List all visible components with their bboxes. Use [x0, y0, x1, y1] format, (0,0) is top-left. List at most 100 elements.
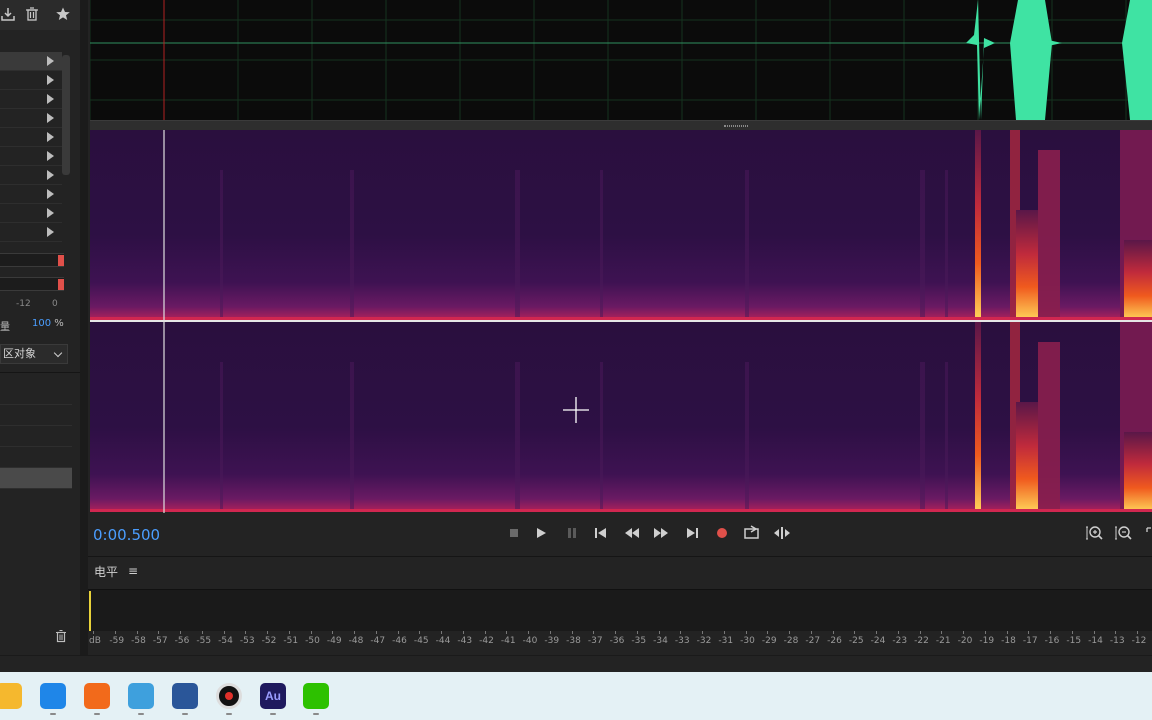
taskbar-app-audition[interactable]: Au [260, 683, 286, 709]
process-dropdown[interactable]: 区对象 [0, 344, 68, 364]
chevron-right-icon[interactable] [47, 151, 54, 161]
panel-menu-icon[interactable]: ≡ [128, 564, 138, 578]
running-indicator [182, 713, 188, 715]
taskbar-app-file-explorer[interactable] [0, 683, 22, 709]
level-scale-tick [1028, 631, 1030, 634]
time-display[interactable]: 0:00.500 [93, 526, 160, 544]
level-scale-label: -50 [305, 636, 320, 646]
status-bar [0, 655, 1152, 672]
trash-icon[interactable] [55, 628, 67, 643]
level-scale-label: -36 [609, 636, 625, 646]
fast-forward-button[interactable] [651, 524, 671, 542]
chevron-right-icon[interactable] [47, 56, 54, 66]
chevron-right-icon[interactable] [47, 208, 54, 218]
taskbar-app-wechat[interactable] [303, 683, 329, 709]
mix-value-unit: % [54, 318, 64, 329]
windows-taskbar: Au [0, 672, 1152, 720]
level-scale-label: -37 [587, 636, 603, 646]
levels-panel-title[interactable]: 电平 [94, 563, 118, 580]
clip-indicator[interactable] [58, 279, 64, 290]
level-scale-label: -23 [892, 636, 908, 646]
taskbar-app-recorder[interactable] [216, 683, 242, 709]
effect-slot[interactable] [0, 109, 62, 128]
level-scale-tick [419, 631, 421, 634]
star-icon[interactable] [55, 6, 71, 22]
zoom-reset-button[interactable] [1144, 524, 1152, 542]
level-scale-tick [267, 631, 268, 634]
panel-splitter[interactable] [80, 0, 88, 672]
clip-indicator[interactable] [58, 255, 64, 266]
level-scale-label: -20 [957, 636, 973, 646]
skip-selection-button[interactable] [772, 524, 792, 542]
level-scale-label: -13 [1109, 636, 1125, 646]
chevron-right-icon[interactable] [47, 75, 54, 85]
mix-value[interactable]: 100 % [32, 318, 64, 329]
effect-slot[interactable] [0, 147, 62, 166]
zoom-out-amplitude-button[interactable] [1114, 524, 1134, 542]
list-item[interactable] [0, 468, 72, 489]
mix-value-number[interactable]: 100 [32, 318, 51, 329]
taskbar-app-notepad[interactable] [128, 683, 154, 709]
running-indicator [313, 713, 319, 715]
trash-icon[interactable] [24, 6, 40, 22]
level-scale-label: -34 [653, 636, 668, 646]
taskbar-app-xiaomi-app[interactable] [84, 683, 110, 709]
level-scale-tick [288, 631, 290, 634]
level-scale-label: -49 [326, 636, 342, 646]
effect-slot[interactable] [0, 52, 62, 71]
effect-slot[interactable] [0, 71, 62, 90]
chevron-right-icon[interactable] [47, 170, 54, 180]
level-scale-tick [810, 631, 812, 634]
view-splitter[interactable] [90, 120, 1152, 130]
taskbar-app-word-doc[interactable] [172, 683, 198, 709]
level-scale-tick [832, 631, 834, 634]
pause-button[interactable] [562, 524, 582, 542]
zoom-in-amplitude-button[interactable] [1085, 524, 1105, 542]
output-level-meter [0, 277, 64, 291]
level-scale-tick [484, 631, 486, 634]
import-icon[interactable] [0, 6, 16, 22]
level-scale-label: -58 [131, 636, 146, 646]
chevron-right-icon[interactable] [47, 94, 54, 104]
waveform-overview[interactable] [90, 0, 1152, 120]
effect-slot[interactable] [0, 90, 62, 109]
level-scale-tick [223, 631, 225, 634]
play-button[interactable] [531, 524, 551, 542]
level-scale-label: -59 [109, 636, 125, 646]
chevron-right-icon[interactable] [47, 132, 54, 142]
mix-label: 量 [0, 322, 10, 333]
stop-button[interactable] [504, 524, 524, 542]
effect-slot[interactable] [0, 223, 62, 242]
effects-rack-scrollbar[interactable] [62, 55, 70, 175]
running-indicator [270, 713, 276, 715]
effect-slot[interactable] [0, 128, 62, 147]
preset-list [0, 384, 72, 489]
record-button[interactable] [712, 524, 732, 542]
level-scale-tick [1115, 631, 1117, 634]
list-item[interactable] [0, 405, 72, 426]
level-scale-tick [1050, 631, 1051, 634]
grip-icon[interactable] [724, 125, 748, 127]
rewind-button[interactable] [622, 524, 642, 542]
effect-slot[interactable] [0, 185, 62, 204]
level-scale-tick [767, 631, 769, 634]
list-item[interactable] [0, 447, 72, 468]
go-to-end-button[interactable] [682, 524, 702, 542]
level-scale-label: -38 [566, 636, 581, 646]
loop-playback-button[interactable] [742, 524, 762, 542]
list-item[interactable] [0, 426, 72, 447]
panel-divider [0, 372, 80, 373]
level-scale-tick [789, 631, 790, 634]
level-scale-label: -53 [239, 636, 255, 646]
effect-slot[interactable] [0, 166, 62, 185]
list-item[interactable] [0, 384, 72, 405]
level-scale-label: -48 [348, 636, 364, 646]
taskbar-app-kugou[interactable] [40, 683, 66, 709]
chevron-right-icon[interactable] [47, 189, 54, 199]
go-to-start-button[interactable] [591, 524, 611, 542]
meter-tick-label: -12 [16, 299, 31, 309]
spectral-frequency-display[interactable] [90, 130, 1152, 513]
effect-slot[interactable] [0, 204, 62, 223]
chevron-right-icon[interactable] [47, 113, 54, 123]
chevron-right-icon[interactable] [47, 227, 54, 237]
